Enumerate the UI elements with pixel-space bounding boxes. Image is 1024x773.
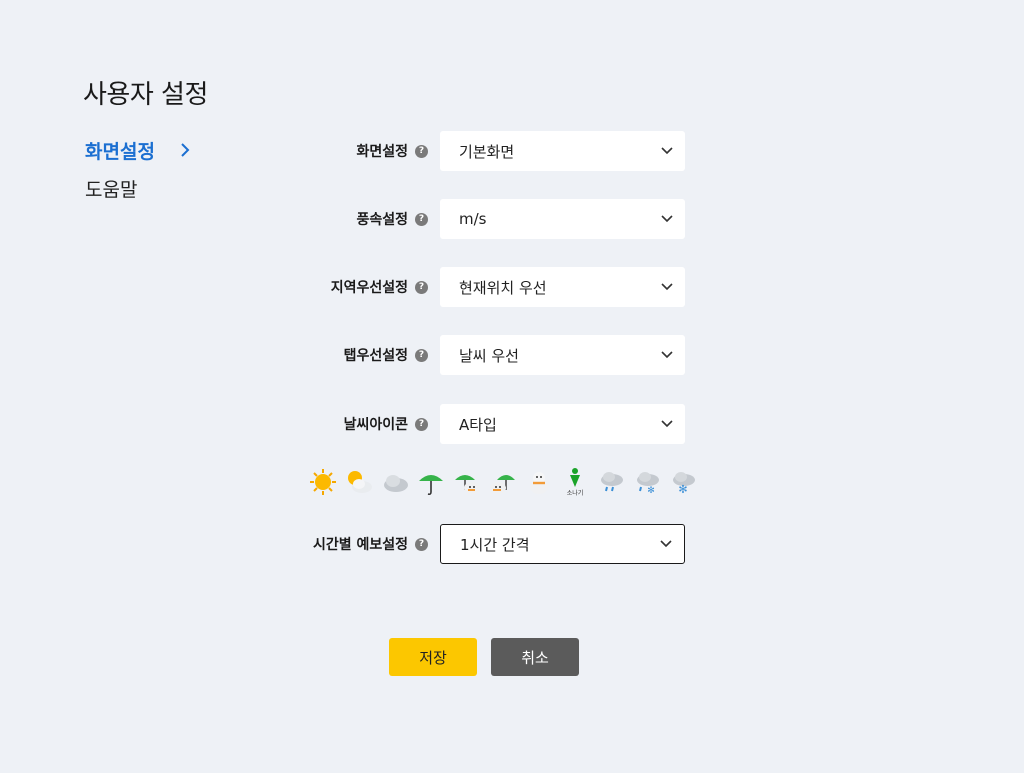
select-value: A타입: [459, 415, 497, 434]
sleet-cloud-icon: ✻: [633, 467, 661, 497]
chevron-down-icon: [660, 540, 672, 548]
cloud-icon: [381, 467, 409, 497]
select-value: 1시간 간격: [460, 535, 530, 554]
sun-icon: [309, 467, 337, 497]
shower-label: 소나기: [567, 489, 584, 497]
setting-label: 풍속설정: [356, 212, 408, 228]
sidebar-item-display-settings[interactable]: 화면설정: [85, 136, 225, 164]
save-button[interactable]: 저장: [389, 638, 477, 676]
sun-cloud-icon: [345, 467, 373, 497]
select-value: 날씨 우선: [459, 346, 519, 365]
hourly-forecast-select[interactable]: 1시간 간격: [440, 524, 685, 564]
select-value: 현재위치 우선: [459, 278, 547, 297]
select-value: 기본화면: [459, 142, 515, 161]
snow-cloud-icon: ✻: [669, 467, 697, 497]
cancel-button[interactable]: 취소: [491, 638, 579, 676]
rain-cloud-icon: [597, 467, 625, 497]
svg-text:✻: ✻: [678, 483, 687, 496]
chevron-right-icon: [181, 143, 190, 157]
chevron-down-icon: [661, 147, 673, 155]
action-buttons: 저장 취소: [389, 638, 579, 676]
help-icon[interactable]: ?: [415, 348, 428, 362]
setting-row-region-priority: 지역우선설정 ? 현재위치 우선: [300, 267, 700, 307]
help-icon[interactable]: ?: [415, 144, 428, 158]
umbrella-cloud-icon: [453, 467, 481, 497]
setting-label: 화면설정: [356, 144, 408, 160]
display-select[interactable]: 기본화면: [440, 131, 685, 171]
shower-icon: 소나기: [561, 467, 589, 497]
tab-priority-select[interactable]: 날씨 우선: [440, 335, 685, 375]
select-value: m/s: [459, 210, 487, 228]
svg-text:✻: ✻: [647, 486, 655, 496]
setting-row-wind-speed: 풍속설정 ? m/s: [300, 199, 700, 239]
sidebar-item-label: 도움말: [85, 178, 138, 201]
setting-row-tab-priority: 탭우선설정 ? 날씨 우선: [300, 335, 700, 375]
setting-label: 탭우선설정: [343, 348, 408, 364]
page-title: 사용자 설정: [83, 80, 208, 110]
wind-speed-select[interactable]: m/s: [440, 199, 685, 239]
setting-label: 시간별 예보설정: [312, 537, 408, 553]
region-priority-select[interactable]: 현재위치 우선: [440, 267, 685, 307]
snowman-icon: [525, 467, 553, 497]
chevron-down-icon: [661, 283, 673, 291]
umbrella-rain-icon: [489, 467, 517, 497]
chevron-down-icon: [661, 420, 673, 428]
setting-label: 날씨아이콘: [343, 417, 408, 433]
setting-label: 지역우선설정: [330, 280, 408, 296]
sidebar-item-label: 화면설정: [85, 140, 155, 163]
help-icon[interactable]: ?: [415, 280, 428, 294]
setting-row-hourly-forecast: 시간별 예보설정 ? 1시간 간격: [300, 524, 700, 564]
sidebar-item-help[interactable]: 도움말: [85, 174, 225, 202]
help-icon[interactable]: ?: [415, 212, 428, 226]
weather-icon-preview: 소나기 ✻ ✻: [309, 467, 697, 497]
chevron-down-icon: [661, 215, 673, 223]
help-icon[interactable]: ?: [415, 417, 428, 431]
help-icon[interactable]: ?: [415, 537, 428, 551]
umbrella-icon: [417, 467, 445, 497]
setting-row-weather-icon: 날씨아이콘 ? A타입: [300, 404, 700, 444]
chevron-down-icon: [661, 351, 673, 359]
setting-row-display: 화면설정 ? 기본화면: [300, 131, 700, 171]
sidebar: 화면설정 도움말: [85, 136, 225, 212]
weather-icon-select[interactable]: A타입: [440, 404, 685, 444]
